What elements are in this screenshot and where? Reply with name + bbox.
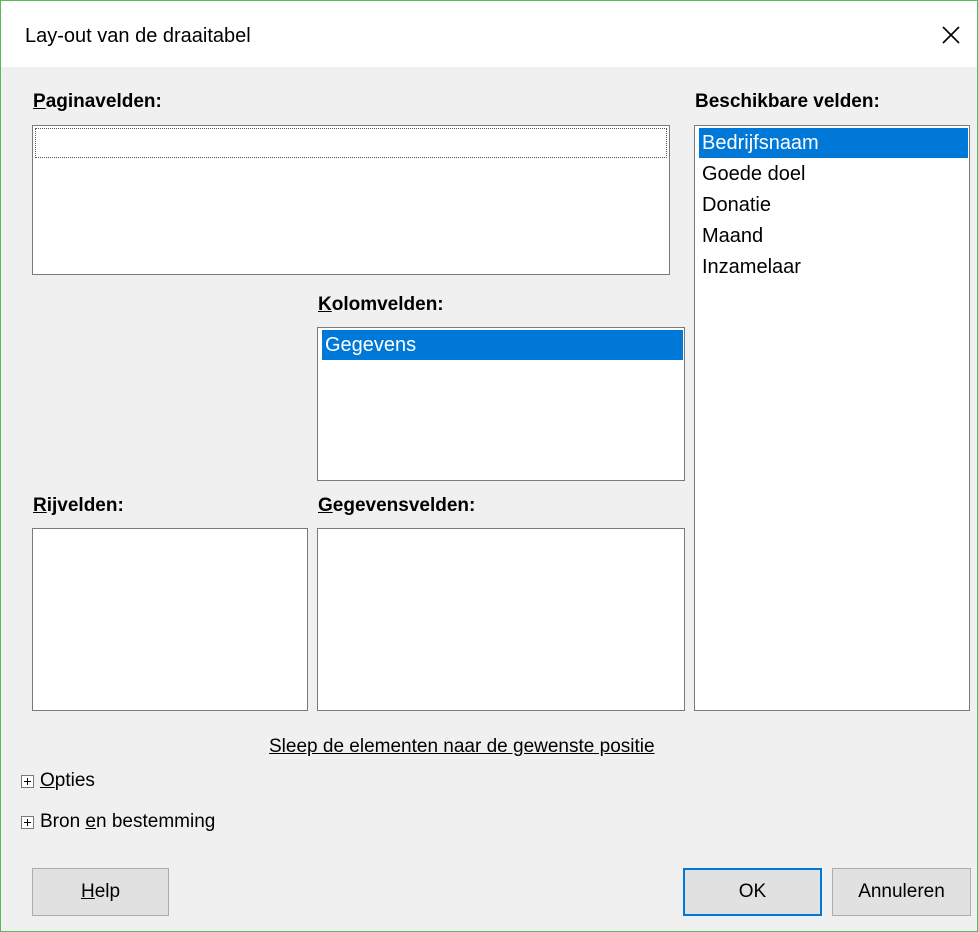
list-item[interactable]: Goede doel	[699, 159, 968, 189]
dialog-title: Lay-out van de draaitabel	[25, 25, 251, 47]
cancel-button[interactable]: Annuleren	[832, 868, 971, 916]
column-fields-list[interactable]: Gegevens	[317, 327, 685, 481]
pivot-layout-dialog: Lay-out van de draaitabel Paginavelden: …	[0, 0, 978, 932]
close-icon[interactable]	[935, 19, 967, 51]
focus-row	[35, 128, 667, 158]
page-fields-label: Paginavelden:	[33, 91, 162, 112]
help-button[interactable]: Help	[32, 868, 169, 916]
available-fields-list[interactable]: Bedrijfsnaam Goede doel Donatie Maand In…	[694, 125, 970, 711]
expand-plus-icon	[21, 774, 34, 788]
list-item[interactable]: Bedrijfsnaam	[699, 128, 968, 158]
options-expander[interactable]: Opties	[21, 770, 95, 792]
data-fields-list[interactable]	[317, 528, 685, 711]
column-fields-label: Kolomvelden:	[318, 294, 444, 315]
list-item[interactable]: Maand	[699, 221, 968, 251]
options-label: Opties	[40, 770, 95, 791]
available-fields-label: Beschikbare velden:	[695, 91, 880, 112]
page-fields-list[interactable]	[32, 125, 670, 275]
list-item[interactable]: Inzamelaar	[699, 252, 968, 282]
drag-hint-text: Sleep de elementen naar de gewenste posi…	[269, 736, 655, 757]
title-bar: Lay-out van de draaitabel	[1, 1, 977, 67]
source-destination-expander[interactable]: Bron en bestemming	[21, 811, 215, 833]
list-item[interactable]: Gegevens	[322, 330, 683, 360]
data-fields-label: Gegevensvelden:	[318, 495, 476, 516]
source-destination-label: Bron en bestemming	[40, 811, 216, 832]
expand-plus-icon	[21, 815, 34, 829]
row-fields-label: Rijvelden:	[33, 495, 124, 516]
row-fields-list[interactable]	[32, 528, 308, 711]
list-item[interactable]: Donatie	[699, 190, 968, 220]
ok-button[interactable]: OK	[683, 868, 822, 916]
